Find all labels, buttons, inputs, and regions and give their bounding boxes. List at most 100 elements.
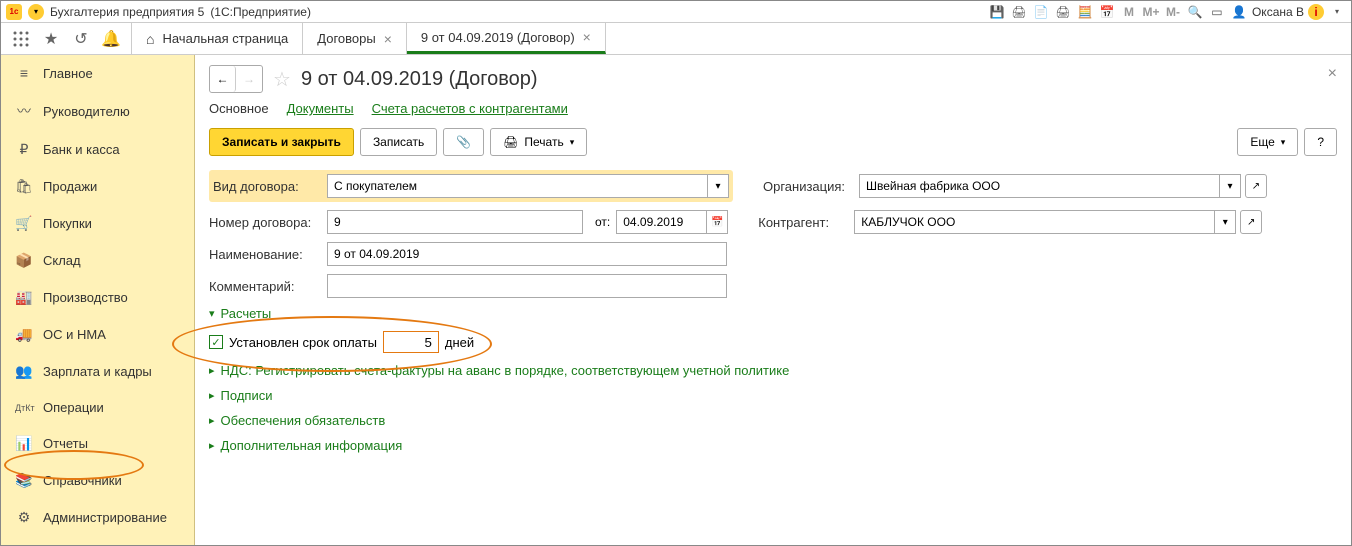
tab-home[interactable]: ⌂ Начальная страница bbox=[132, 23, 303, 54]
dropdown-button[interactable]: ▾ bbox=[1219, 174, 1241, 198]
menu-icon: ≡ bbox=[15, 65, 33, 81]
save-icon[interactable]: 💾 bbox=[988, 3, 1006, 21]
sidebar-item-manager[interactable]: 〰Руководителю bbox=[1, 91, 194, 131]
chevron-right-icon: ▸ bbox=[209, 389, 215, 402]
print-button[interactable]: 🖨Печать▾ bbox=[490, 128, 587, 156]
sidebar-item-label: Склад bbox=[43, 253, 81, 268]
dropdown-button[interactable]: ▾ bbox=[707, 174, 729, 198]
comment-input[interactable] bbox=[327, 274, 727, 298]
save-and-close-button[interactable]: Записать и закрыть bbox=[209, 128, 354, 156]
tab-current-contract[interactable]: 9 от 04.09.2019 (Договор) × bbox=[407, 23, 606, 54]
sidebar-item-bank[interactable]: ₽ Банк и касса bbox=[1, 131, 194, 168]
sidebar-item-main[interactable]: ≡ Главное bbox=[1, 55, 194, 91]
sidebar-item-operations[interactable]: ДтКтОперации bbox=[1, 390, 194, 425]
sidebar-item-production[interactable]: 🏭Производство bbox=[1, 279, 194, 316]
info-dropdown-icon[interactable]: ▾ bbox=[1328, 3, 1346, 21]
name-label: Наименование: bbox=[209, 247, 321, 262]
nav-forward-button[interactable]: → bbox=[236, 66, 262, 92]
nav-back-button[interactable]: ← bbox=[210, 66, 236, 92]
sidebar-item-label: Справочники bbox=[43, 473, 122, 488]
calc-icon[interactable]: 🧮 bbox=[1076, 3, 1094, 21]
apps-grid-icon[interactable] bbox=[11, 29, 31, 49]
barchart-icon: 📊 bbox=[15, 435, 33, 452]
calendar-picker-icon[interactable]: 📅 bbox=[706, 210, 728, 234]
sidebar-item-admin[interactable]: ⚙Администрирование bbox=[1, 499, 194, 536]
counterparty-input[interactable] bbox=[854, 210, 1214, 234]
print-icon[interactable]: 🖨 bbox=[1010, 3, 1028, 21]
chevron-right-icon: ▸ bbox=[209, 364, 215, 377]
tab-contracts[interactable]: Договоры × bbox=[303, 23, 407, 54]
save-button[interactable]: Записать bbox=[360, 128, 437, 156]
more-button[interactable]: Еще▾ bbox=[1237, 128, 1298, 156]
memory-m-icon[interactable]: M bbox=[1120, 3, 1138, 21]
open-reference-button[interactable]: ↗ bbox=[1240, 210, 1262, 234]
tab-contracts-label: Договоры bbox=[317, 31, 375, 46]
calendar-icon[interactable]: 📅 bbox=[1098, 3, 1116, 21]
app-logo-icon: 1c bbox=[6, 4, 22, 20]
name-input[interactable] bbox=[327, 242, 727, 266]
sidebar-item-label: Руководителю bbox=[43, 104, 130, 119]
contract-type-input[interactable] bbox=[327, 174, 707, 198]
app-title: Бухгалтерия предприятия 5 bbox=[50, 5, 204, 19]
subtab-main[interactable]: Основное bbox=[209, 101, 269, 116]
section-collateral[interactable]: ▸ Обеспечения обязательств bbox=[209, 413, 1337, 428]
organization-input[interactable] bbox=[859, 174, 1219, 198]
sidebar-item-label: Банк и касса bbox=[43, 142, 120, 157]
sidebar-item-label: Зарплата и кадры bbox=[43, 364, 152, 379]
ruble-icon: ₽ bbox=[15, 141, 33, 158]
section-vat[interactable]: ▸ НДС: Регистрировать счета-фактуры на а… bbox=[209, 363, 1337, 378]
memory-mminus-icon[interactable]: M- bbox=[1164, 3, 1182, 21]
tab-home-label: Начальная страница bbox=[162, 31, 288, 46]
contract-number-input[interactable] bbox=[327, 210, 583, 234]
section-payments[interactable]: ▾ Расчеты bbox=[209, 306, 1337, 321]
print2-icon[interactable]: 🖨 bbox=[1054, 3, 1072, 21]
paperclip-icon: 📎 bbox=[456, 135, 471, 149]
section-payments-label: Расчеты bbox=[221, 306, 272, 321]
cart-icon: 🛒 bbox=[15, 215, 33, 232]
platform-title: (1С:Предприятие) bbox=[210, 5, 311, 19]
sidebar-item-purchases[interactable]: 🛒Покупки bbox=[1, 205, 194, 242]
sidebar-item-reports[interactable]: 📊Отчеты bbox=[1, 425, 194, 462]
dropdown-button[interactable]: ▾ bbox=[1214, 210, 1236, 234]
payment-term-checkbox[interactable]: ✓ bbox=[209, 335, 223, 349]
subtab-documents[interactable]: Документы bbox=[287, 101, 354, 116]
doc-icon[interactable]: 📄 bbox=[1032, 3, 1050, 21]
subtab-accounts[interactable]: Счета расчетов с контрагентами bbox=[372, 101, 568, 116]
sidebar-item-hr[interactable]: 👥 Зарплата и кадры bbox=[1, 353, 194, 390]
info-icon[interactable]: i bbox=[1308, 4, 1324, 20]
notifications-bell-icon[interactable]: 🔔 bbox=[101, 29, 121, 49]
sidebar-item-label: Продажи bbox=[43, 179, 97, 194]
close-page-icon[interactable]: × bbox=[1328, 65, 1337, 83]
sidebar-item-sales[interactable]: 🛍Продажи bbox=[1, 168, 194, 205]
panel-icon[interactable]: ▭ bbox=[1208, 3, 1226, 21]
user-icon: 👤 bbox=[1230, 3, 1248, 21]
section-signatures[interactable]: ▸ Подписи bbox=[209, 388, 1337, 403]
contract-date-input[interactable] bbox=[616, 210, 706, 234]
favorite-star-icon[interactable]: ☆ bbox=[273, 67, 291, 92]
tab-close-icon[interactable]: × bbox=[384, 31, 392, 47]
people-icon: 👥 bbox=[15, 363, 33, 380]
chevron-down-icon: ▾ bbox=[1281, 137, 1286, 148]
factory-icon: 🏭 bbox=[15, 289, 33, 306]
printer-icon: 🖨 bbox=[503, 135, 518, 149]
memory-mplus-icon[interactable]: M+ bbox=[1142, 3, 1160, 21]
sidebar-item-label: ОС и НМА bbox=[43, 327, 106, 342]
section-extra-info[interactable]: ▸ Дополнительная информация bbox=[209, 438, 1337, 453]
app-menu-dropdown[interactable]: ▾ bbox=[28, 4, 44, 20]
tab-close-icon[interactable]: × bbox=[583, 29, 591, 45]
payment-days-input[interactable] bbox=[383, 331, 439, 353]
box-icon: 📦 bbox=[15, 252, 33, 269]
history-icon[interactable]: ↺ bbox=[71, 29, 91, 49]
favorites-star-icon[interactable]: ★ bbox=[41, 29, 61, 49]
attach-button[interactable]: 📎 bbox=[443, 128, 484, 156]
help-button[interactable]: ? bbox=[1304, 128, 1337, 156]
sidebar-item-label: Главное bbox=[43, 66, 93, 81]
open-reference-button[interactable]: ↗ bbox=[1245, 174, 1267, 198]
print-button-label: Печать bbox=[524, 135, 563, 149]
section-collateral-label: Обеспечения обязательств bbox=[221, 413, 386, 428]
user-name: Оксана В bbox=[1252, 5, 1304, 19]
sidebar-item-warehouse[interactable]: 📦 Склад bbox=[1, 242, 194, 279]
sidebar-item-assets[interactable]: 🚚ОС и НМА bbox=[1, 316, 194, 353]
zoom-icon[interactable]: 🔍 bbox=[1186, 3, 1204, 21]
sidebar-item-references[interactable]: 📚Справочники bbox=[1, 462, 194, 499]
